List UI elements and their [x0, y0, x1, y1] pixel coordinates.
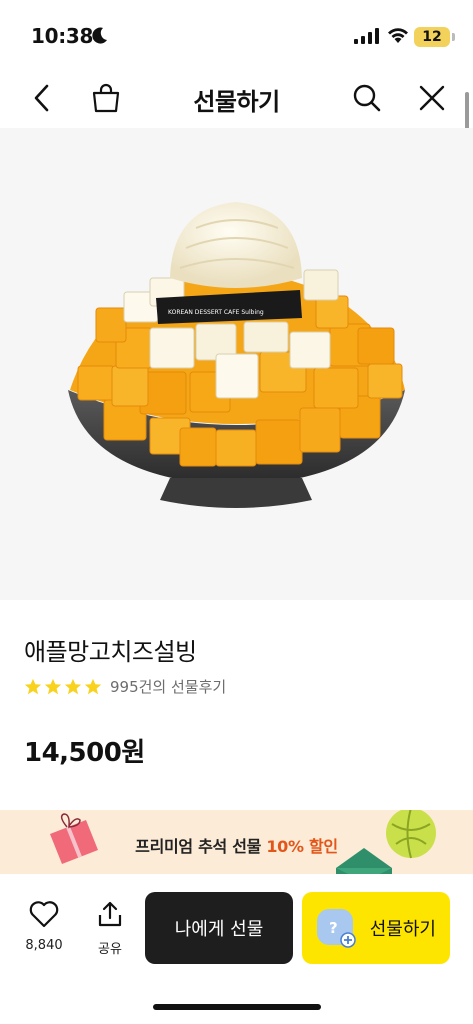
bingsu-illustration: KOREAN DESSERT CAFE Sulbing [68, 202, 405, 508]
top-navigation: 선물하기 [0, 72, 473, 124]
star-icon [44, 678, 62, 694]
gift-to-self-button[interactable]: 나에게 선물 [145, 892, 293, 964]
cellular-signal-icon [354, 28, 379, 44]
product-price: 14,500원 [24, 738, 145, 768]
wishlist-button[interactable]: 8,840 [20, 900, 68, 953]
product-name: 애플망고치즈설빙 [24, 638, 197, 666]
moon-icon [92, 27, 107, 44]
heart-icon [29, 901, 59, 928]
page-title: 선물하기 [193, 88, 280, 116]
rating-stars [24, 678, 104, 696]
rating-row[interactable]: 995건의 선물후기 [24, 676, 226, 697]
status-time: 10:38 [31, 24, 94, 48]
close-button[interactable] [414, 80, 450, 116]
search-icon [353, 84, 381, 112]
star-icon [64, 678, 82, 694]
svg-text:?: ? [329, 919, 338, 937]
search-button[interactable] [349, 80, 385, 116]
ball-icon [386, 810, 436, 859]
close-icon [419, 85, 445, 111]
gift-to-self-label: 나에게 선물 [174, 919, 264, 940]
promo-discount: 10% 할인 [266, 837, 338, 856]
bottom-action-bar: 8,840 공유 나에게 선물 ? 선물하기 [0, 874, 473, 1024]
send-gift-label: 선물하기 [369, 919, 436, 940]
wishlist-count: 8,840 [25, 938, 63, 953]
image-watermark: Jiangaoa [60, 598, 282, 600]
wifi-icon [388, 28, 408, 43]
share-label: 공유 [98, 942, 122, 957]
home-indicator[interactable] [153, 1004, 321, 1010]
promo-banner[interactable]: 프리미엄 추석 선물 10% 할인 [0, 810, 473, 874]
review-count: 995건의 선물후기 [110, 678, 227, 696]
status-bar: 10:38 12 [0, 0, 473, 72]
battery-cap [452, 33, 455, 41]
add-friend-icon: ? [317, 909, 356, 948]
star-icon [24, 678, 42, 694]
star-icon [84, 678, 102, 694]
battery-indicator: 12 [414, 27, 450, 47]
promo-text-main: 프리미엄 추석 선물 [135, 837, 267, 856]
share-icon [98, 901, 122, 927]
logo-plate-text: KOREAN DESSERT CAFE Sulbing [168, 309, 264, 316]
share-button[interactable]: 공유 [86, 900, 134, 957]
product-image[interactable]: KOREAN DESSERT CAFE Sulbing Jiangaoa [0, 128, 473, 600]
send-gift-button[interactable]: ? 선물하기 [302, 892, 450, 964]
